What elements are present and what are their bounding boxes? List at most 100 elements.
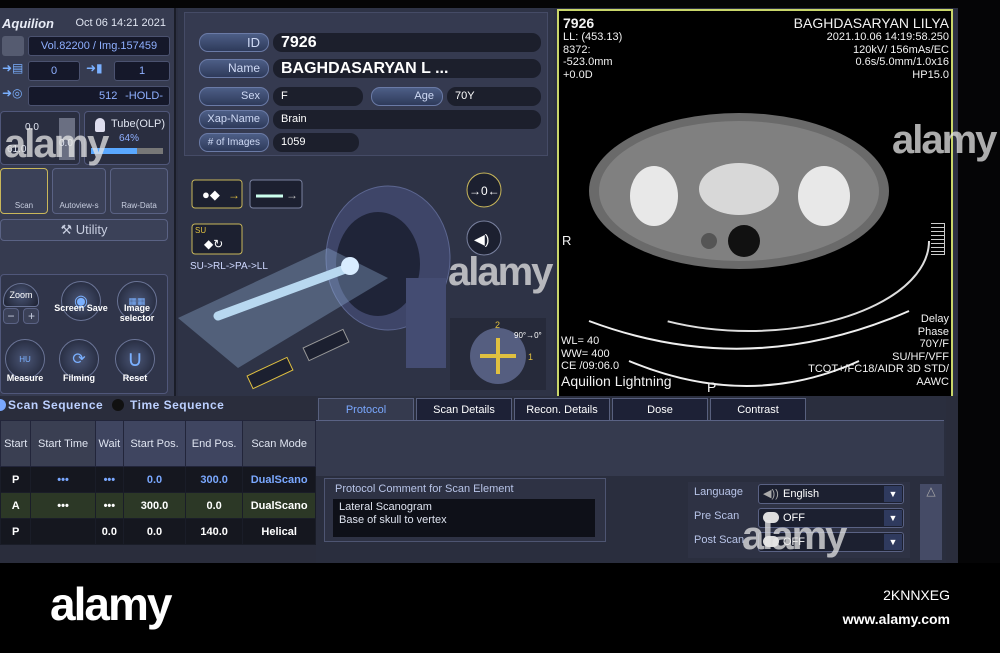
print-icon: ➜▤ bbox=[2, 61, 24, 75]
column-header[interactable]: Wait bbox=[94, 420, 125, 467]
patient-gantry-panel: ID 7926 Name BAGHDASARYAN L ... Sex F Ag… bbox=[178, 8, 554, 396]
comment-line-1: Lateral Scanogram bbox=[339, 501, 432, 513]
ct-tilt: +0.0D bbox=[563, 68, 593, 81]
watermark-overlay: alamy bbox=[4, 122, 109, 166]
zoom-in-button[interactable]: + bbox=[23, 308, 40, 324]
database-icon bbox=[2, 36, 24, 56]
protocol-details-panel: Protocol Scan Details Recon. Details Dose Co… bbox=[316, 396, 946, 563]
patient-orientation-icon: ●◆ bbox=[202, 187, 220, 202]
ct-patient: BAGHDASARYAN LILYA bbox=[793, 15, 949, 31]
filming-button[interactable]: ⟳ Filming bbox=[51, 339, 107, 383]
svg-text:→: → bbox=[286, 188, 298, 202]
images-label: # of Images bbox=[199, 133, 269, 152]
table-cell: ••• bbox=[94, 466, 125, 493]
position-1: 1 bbox=[528, 352, 533, 362]
time-sequence-radio[interactable] bbox=[112, 399, 124, 411]
ct-scale-ruler bbox=[931, 223, 945, 255]
scan-label: Scan bbox=[14, 201, 34, 210]
matrix-hold-field: 512 -HOLD- bbox=[28, 86, 170, 106]
tube-angle: 90°→0° bbox=[514, 331, 542, 340]
autoview-button[interactable]: Autoview-s bbox=[52, 168, 106, 214]
ct-date: 2021.10.06 14:19:58.250 bbox=[826, 31, 949, 43]
scan-sequence-label: Scan Sequence bbox=[8, 398, 104, 412]
table-cell: Helical bbox=[242, 518, 316, 545]
ct-overlay-bottom-right: Delay Phase 70Y/F SU/HF/VFF TCOT+/FC18/A… bbox=[808, 313, 949, 388]
ct-age-sex: 70Y/F bbox=[919, 338, 949, 350]
name-label: Name bbox=[199, 59, 269, 78]
table-cell: P bbox=[0, 518, 32, 545]
watermark-overlay: alamy bbox=[892, 118, 997, 162]
image-count: 1059 bbox=[273, 133, 359, 152]
protocol-comment-text[interactable]: Lateral Scanogram Base of skull to verte… bbox=[333, 499, 595, 537]
language-label: Language bbox=[694, 486, 743, 498]
ct-overlay-top-right: BAGHDASARYAN LILYA 2021.10.06 14:19:58.2… bbox=[794, 15, 949, 81]
post-scan-label: Post Scan bbox=[694, 534, 745, 546]
patient-info-box: ID 7926 Name BAGHDASARYAN L ... Sex F Ag… bbox=[184, 12, 548, 156]
autoview-label: Autoview-s bbox=[59, 201, 99, 210]
screen-save-label: Screen Save bbox=[54, 303, 108, 313]
datetime-label: Oct 06 14:21 2021 bbox=[75, 17, 166, 29]
tab-dose[interactable]: Dose bbox=[612, 398, 708, 420]
ct-overlay-top-left: 7926 LL: (453.13) 8372: -523.0mm +0.0D bbox=[563, 15, 622, 81]
tab-protocol[interactable]: Protocol bbox=[318, 398, 414, 420]
tab-scan-details[interactable]: Scan Details bbox=[416, 398, 512, 420]
ct-n: 8372: bbox=[563, 43, 591, 56]
ct-side-marker: R bbox=[562, 233, 572, 248]
measure-button[interactable]: HU Measure bbox=[1, 339, 49, 383]
table-cell: 140.0 bbox=[184, 518, 244, 545]
tab-contrast[interactable]: Contrast bbox=[710, 398, 806, 420]
ct-recon: TCOT+/FC18/AIDR 3D STD/ bbox=[808, 363, 949, 375]
utility-button[interactable]: ⚒ Utility bbox=[0, 219, 168, 241]
language-select[interactable]: ◀)) English ▼ bbox=[758, 484, 904, 504]
scan-sequence-radio[interactable] bbox=[0, 399, 6, 411]
chevron-down-icon: ▼ bbox=[884, 486, 902, 502]
table-cell: 0.0 bbox=[123, 518, 186, 545]
scrollbar[interactable]: △ bbox=[920, 484, 942, 560]
zoom-tool[interactable]: Zoom − + bbox=[3, 283, 40, 325]
chevron-down-icon: ▼ bbox=[884, 510, 902, 526]
ct-hp: HP15.0 bbox=[912, 68, 949, 81]
ct-image-viewport[interactable]: 7926 LL: (453.13) 8372: -523.0mm +0.0D B… bbox=[557, 9, 953, 401]
table-cell: 0.0 bbox=[184, 492, 244, 519]
ct-delay: Delay bbox=[920, 313, 949, 325]
reset-button[interactable]: ∪ Reset bbox=[107, 339, 163, 383]
ct-ww: WW= 400 bbox=[561, 347, 610, 360]
tube-label: Tube(OLP) bbox=[111, 118, 166, 130]
measure-label: Measure bbox=[6, 373, 44, 383]
utility-label: Utility bbox=[75, 222, 108, 237]
scroll-up-icon: △ bbox=[926, 484, 936, 498]
table-row[interactable]: P ••• ••• 0.0 300.0 DualScano bbox=[0, 466, 316, 493]
table-cell bbox=[30, 518, 96, 545]
protocol-comment-box: Protocol Comment for Scan Element Latera… bbox=[324, 478, 606, 542]
print-count: 0 bbox=[28, 61, 80, 81]
ct-phase: Phase bbox=[917, 325, 949, 338]
zoom-icon: Zoom bbox=[3, 283, 39, 307]
tube-percent: 64% bbox=[119, 133, 140, 144]
table-cell: ••• bbox=[30, 466, 96, 493]
zoom-out-button[interactable]: − bbox=[3, 308, 19, 324]
column-header[interactable]: End Pos. bbox=[184, 420, 244, 467]
table-cell: P bbox=[0, 466, 32, 493]
image-value: / Img.157459 bbox=[92, 40, 158, 52]
ct-orientation: SU/HF/VFF bbox=[892, 350, 949, 363]
table-cell: 300.0 bbox=[123, 492, 186, 519]
patient-age: 70Y bbox=[447, 87, 541, 106]
raw-data-button[interactable]: Raw-Data bbox=[110, 168, 168, 214]
scan-mode-button[interactable]: Scan bbox=[0, 168, 48, 214]
pre-scan-label: Pre Scan bbox=[694, 510, 740, 522]
column-header: Start Time bbox=[30, 420, 96, 467]
sex-label: Sex bbox=[199, 87, 269, 106]
table-row[interactable]: P 0.0 0.0 140.0 Helical bbox=[0, 518, 316, 545]
ct-overlay-bottom-left: WL= 40 WW= 400 CE /09:06.0 Aquilion Ligh… bbox=[561, 335, 672, 389]
table-row[interactable]: A ••• ••• 300.0 0.0 DualScano bbox=[0, 492, 316, 519]
table-in-button[interactable] bbox=[302, 328, 350, 362]
age-label: Age bbox=[371, 87, 443, 106]
disk-icon: ➜◎ bbox=[2, 86, 23, 100]
ct-model: Aquilion Lightning bbox=[561, 372, 672, 389]
column-header[interactable]: Start Pos. bbox=[123, 420, 186, 467]
screen-save-button[interactable]: ◉ Screen Save bbox=[53, 281, 109, 321]
image-selector-button[interactable]: ▦▦ Image selector bbox=[109, 281, 165, 323]
left-control-panel: Aquilion Oct 06 14:21 2021 Vol.82200 / I… bbox=[0, 8, 176, 396]
table-out-button[interactable] bbox=[246, 356, 294, 390]
tab-recon-details[interactable]: Recon. Details bbox=[514, 398, 610, 420]
